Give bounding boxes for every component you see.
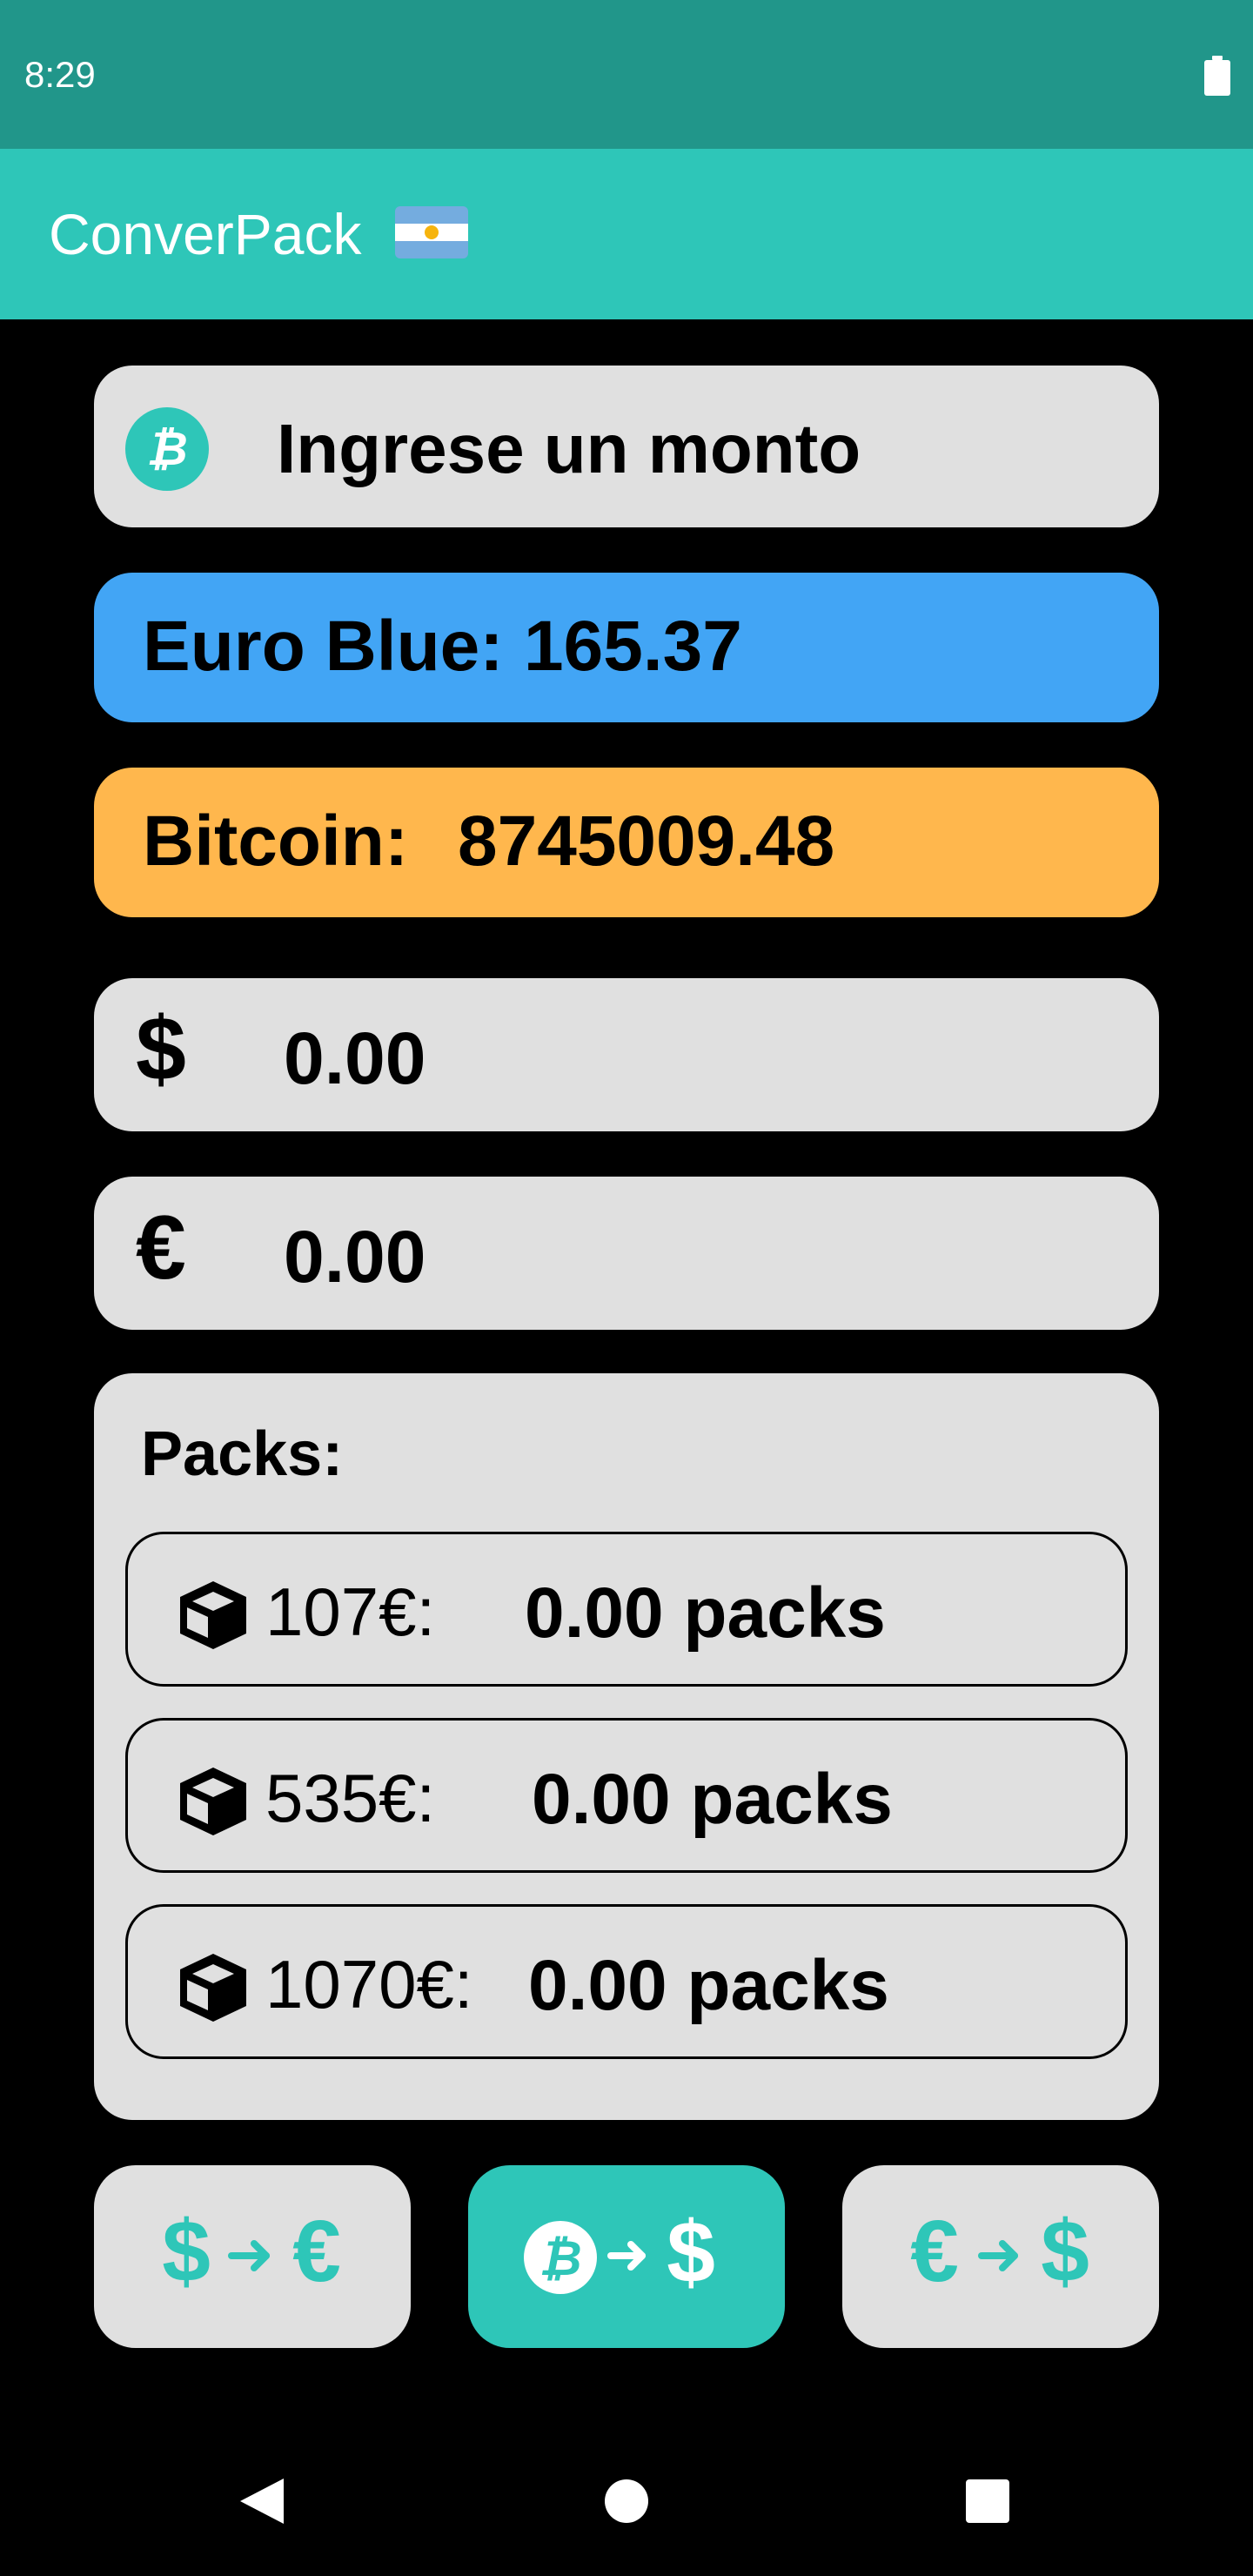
dollar-icon: $ bbox=[667, 2204, 715, 2301]
eur-result-value: 0.00 bbox=[284, 1216, 426, 1298]
euro-blue-label: Euro Blue: bbox=[143, 607, 504, 686]
pack-quantity: 0.00 packs bbox=[525, 1573, 886, 1653]
arrow-right-icon bbox=[607, 2241, 646, 2271]
app-bar: ConverPack bbox=[0, 149, 1253, 319]
battery-icon bbox=[1204, 56, 1230, 96]
pack-price: 1070€: bbox=[265, 1946, 473, 2023]
svg-text:₿: ₿ bbox=[146, 421, 187, 476]
cube-icon bbox=[180, 1954, 246, 2022]
packs-title: Packs: bbox=[141, 1419, 344, 1489]
euro-blue-value: 165.37 bbox=[524, 607, 742, 686]
euro-icon: € bbox=[910, 2203, 959, 2300]
pack-price: 107€: bbox=[265, 1573, 436, 1650]
status-time: 8:29 bbox=[24, 54, 96, 95]
svg-text:₿: ₿ bbox=[539, 2231, 581, 2287]
packs-card: Packs: 107€: 0.00 packs 535€: 0.00 packs… bbox=[94, 1373, 1159, 2120]
recents-square-icon bbox=[966, 2479, 1009, 2523]
arrow-right-icon bbox=[228, 2240, 270, 2271]
usd-result-value: 0.00 bbox=[284, 1017, 426, 1099]
pack-row: 1070€: 0.00 packs bbox=[125, 1904, 1128, 2059]
pack-quantity: 0.00 packs bbox=[532, 1760, 893, 1839]
btc-to-usd-button[interactable]: ₿ $ bbox=[468, 2165, 785, 2348]
home-circle-icon bbox=[605, 2479, 648, 2523]
pack-row: 535€: 0.00 packs bbox=[125, 1718, 1128, 1873]
back-triangle-icon bbox=[240, 2479, 284, 2524]
bitcoin-rate-card: Bitcoin: 8745009.48 bbox=[94, 768, 1159, 917]
cube-icon bbox=[180, 1768, 246, 1835]
arrow-right-icon bbox=[978, 2240, 1018, 2271]
euro-icon: € bbox=[136, 1197, 186, 1298]
cube-icon bbox=[180, 1581, 246, 1649]
bitcoin-rate-label: Bitcoin: bbox=[143, 802, 409, 881]
bitcoin-rate-value: 8745009.48 bbox=[458, 802, 835, 881]
argentina-flag-icon bbox=[395, 206, 468, 258]
status-bar: 8:29 bbox=[0, 0, 1253, 149]
dollar-icon: $ bbox=[136, 999, 186, 1100]
pack-quantity: 0.00 packs bbox=[528, 1946, 889, 2025]
pack-price: 535€: bbox=[265, 1760, 436, 1836]
dollar-icon: $ bbox=[1041, 2203, 1089, 2300]
eur-result-card: € 0.00 bbox=[94, 1177, 1159, 1330]
dollar-icon: $ bbox=[162, 2203, 211, 2300]
euro-blue-rate-card: Euro Blue: 165.37 bbox=[94, 573, 1159, 722]
bitcoin-icon: ₿ bbox=[125, 407, 209, 491]
pack-row: 107€: 0.00 packs bbox=[125, 1532, 1128, 1687]
usd-result-card: $ 0.00 bbox=[94, 978, 1159, 1131]
eur-to-usd-button[interactable]: € $ bbox=[842, 2165, 1159, 2348]
amount-input-placeholder: Ingrese un monto bbox=[277, 410, 861, 487]
usd-to-eur-button[interactable]: $ € bbox=[94, 2165, 411, 2348]
amount-input[interactable]: ₿ Ingrese un monto bbox=[94, 366, 1159, 527]
euro-icon: € bbox=[292, 2203, 341, 2300]
app-title: ConverPack bbox=[49, 202, 362, 266]
navigation-bar bbox=[0, 2418, 1253, 2576]
